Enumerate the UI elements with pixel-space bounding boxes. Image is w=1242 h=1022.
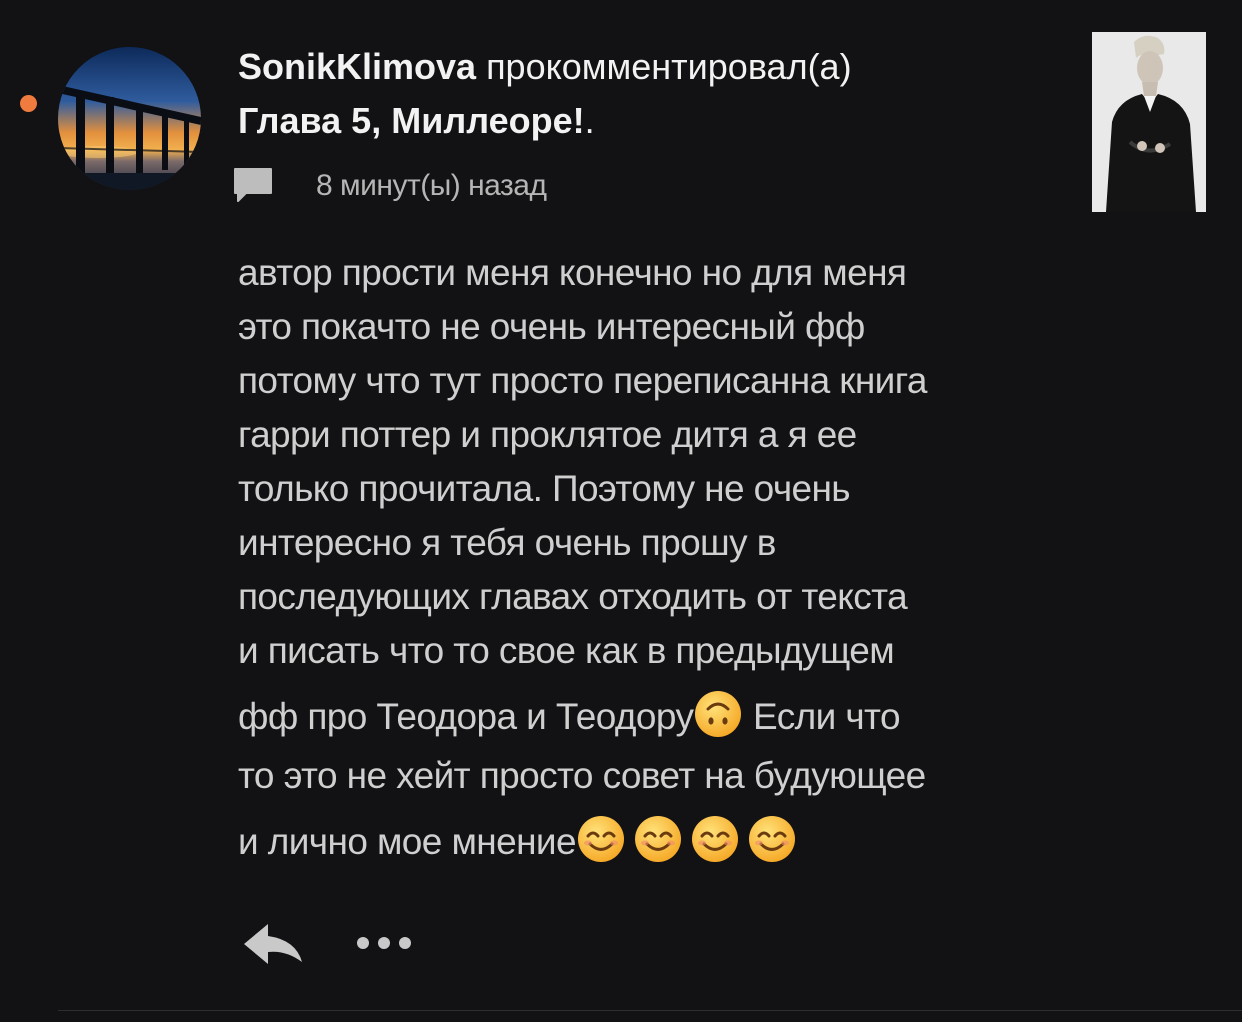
- comment-line-text: фф про Теодора и Теодору: [238, 696, 694, 737]
- comment-line: то это не хейт просто совет на будующее: [238, 755, 926, 796]
- upside-down-face-emoji: 🙃: [693, 691, 743, 737]
- smiling-face-icon: [577, 816, 624, 862]
- smiling-face-icon: [691, 816, 738, 862]
- unread-indicator: [20, 95, 37, 112]
- comment-line: и лично мое мнение😊😊😊😊: [238, 809, 1078, 874]
- title-suffix: .: [584, 100, 595, 141]
- comment-text: автор прости меня конечно но для меня эт…: [238, 246, 1078, 874]
- speech-bubble-icon: [234, 168, 272, 202]
- comment-line: только прочитала. Поэтому не очень: [238, 468, 851, 509]
- comment-line: интересно я тебя очень прошу в: [238, 522, 776, 563]
- header-line-1: SonikKlimova прокомментировал(а): [238, 40, 1058, 94]
- bridge-sunset-avatar-image: [58, 47, 201, 190]
- comment-line: и писать что то свое как в предыдущем: [238, 630, 895, 671]
- comment-line: последующих главах отходить от текста: [238, 576, 908, 617]
- notification-meta: 8 минут(ы) назад: [232, 164, 547, 208]
- comment-line-text: Если что: [743, 696, 901, 737]
- comment-line: гарри поттер и проклятое дитя а я ее: [238, 414, 857, 455]
- story-cover-thumbnail[interactable]: [1092, 32, 1206, 212]
- comment-line: потому что тут просто переписанна книга: [238, 360, 927, 401]
- comment-line-text: и лично мое мнение: [238, 821, 577, 862]
- story-cover-image: [1092, 32, 1206, 212]
- divider: [58, 1010, 1242, 1011]
- reply-icon[interactable]: [240, 916, 306, 970]
- action-text: прокомментировал(а): [476, 46, 852, 87]
- smiling-face-icon: [748, 816, 795, 862]
- comment-actions: [240, 916, 414, 970]
- comment-line: автор прости меня конечно но для меня: [238, 252, 907, 293]
- smiling-face-emoji-group: 😊😊😊😊: [576, 816, 804, 862]
- timestamp: 8 минут(ы) назад: [316, 169, 547, 202]
- upside-down-face-icon: [695, 691, 742, 737]
- more-options-icon[interactable]: [354, 933, 414, 953]
- user-avatar[interactable]: [58, 47, 201, 190]
- comment-line: фф про Теодора и Теодору🙃 Если что: [238, 684, 1078, 749]
- comment-line: это покачто не очень интересный фф: [238, 306, 865, 347]
- story-title-link[interactable]: Глава 5, Миллеоре!: [238, 100, 585, 141]
- header-line-2: Глава 5, Миллеоре!.: [238, 94, 1058, 148]
- notification-header: SonikKlimova прокомментировал(а) Глава 5…: [238, 40, 1058, 148]
- smiling-face-icon: [634, 816, 681, 862]
- username-link[interactable]: SonikKlimova: [238, 46, 476, 87]
